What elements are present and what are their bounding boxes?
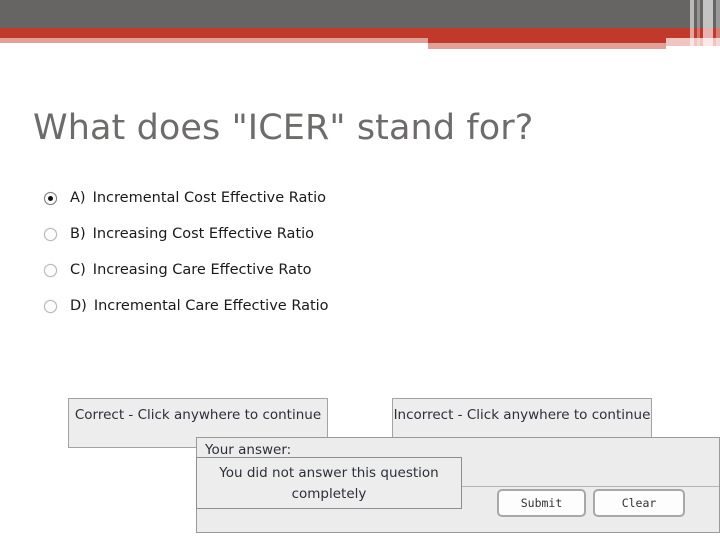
banner-vertical-stripe-2 [697, 0, 700, 52]
answer-options-group: A) Incremental Cost Effective Ratio B) I… [44, 180, 464, 324]
option-text-b: Increasing Cost Effective Ratio [92, 226, 315, 242]
radio-button-c-icon[interactable] [44, 263, 57, 277]
option-letter-b: B) [70, 226, 86, 242]
banner-vertical-stripe-4 [716, 0, 720, 52]
banner-pink-band-step [428, 43, 666, 49]
answer-option-b[interactable]: B) Increasing Cost Effective Ratio [44, 216, 464, 252]
radio-button-b-icon[interactable] [44, 227, 57, 241]
question-title: What does "ICER" stand for? [33, 108, 534, 148]
radio-button-d-icon[interactable] [44, 299, 57, 313]
option-text-d: Incremental Care Effective Ratio [93, 298, 329, 314]
answer-option-d[interactable]: D) Incremental Care Effective Ratio [44, 288, 464, 324]
clear-button[interactable]: Clear [593, 489, 685, 517]
option-letter-a: A) [70, 190, 86, 206]
answer-status-message: You did not answer this question complet… [196, 457, 462, 509]
option-letter-c: C) [70, 262, 86, 278]
your-answer-label: Your answer: [205, 442, 292, 458]
option-text-c: Increasing Care Effective Rato [92, 262, 312, 278]
answer-option-c[interactable]: C) Increasing Care Effective Rato [44, 252, 464, 288]
option-text-a: Incremental Cost Effective Ratio [92, 190, 326, 206]
option-letter-d: D) [70, 298, 87, 314]
banner-pink-band-left [0, 38, 428, 43]
top-banner [0, 0, 720, 52]
submit-button[interactable]: Submit [497, 489, 586, 517]
banner-vertical-stripe-1 [690, 0, 694, 52]
banner-gray-band [0, 0, 720, 28]
radio-button-a-icon[interactable] [44, 191, 57, 205]
banner-vertical-stripe-3 [703, 0, 713, 52]
answer-option-a[interactable]: A) Incremental Cost Effective Ratio [44, 180, 464, 216]
